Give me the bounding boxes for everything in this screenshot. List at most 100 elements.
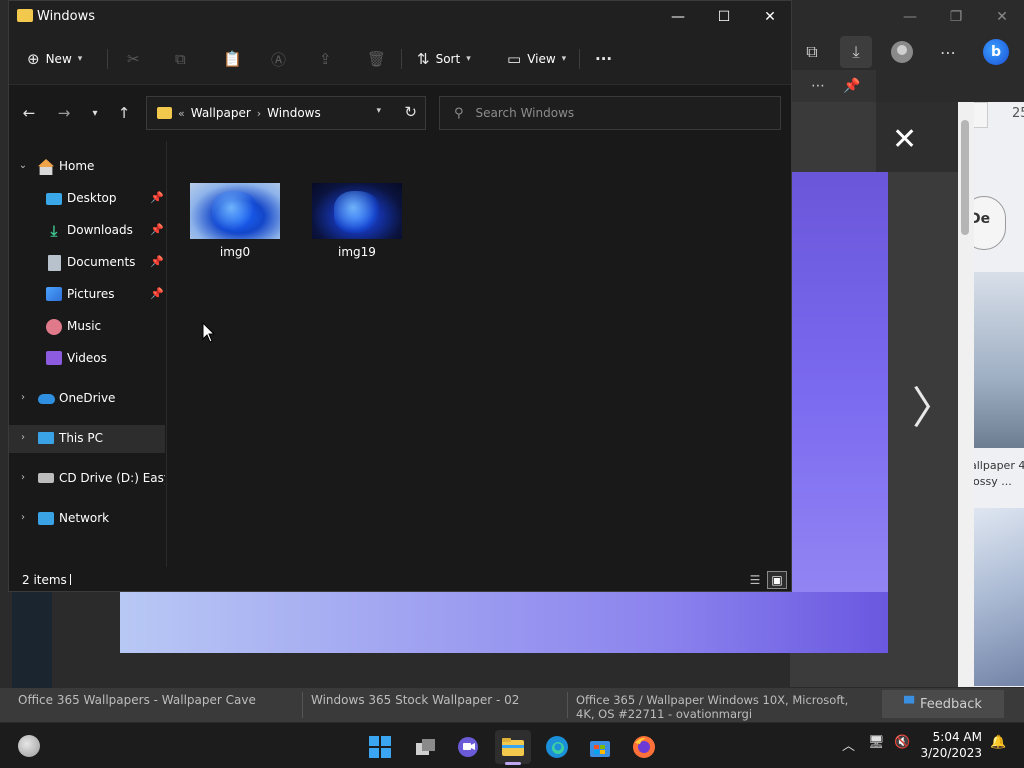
minimize-button[interactable]: — — [655, 1, 701, 33]
settings-more-icon[interactable]: ⋯ — [932, 36, 964, 68]
sidebar-item-network[interactable]: › Network — [9, 505, 165, 533]
sidebar-item-documents[interactable]: Documents 📌 — [9, 249, 165, 277]
sidebar-item-home[interactable]: ⌄ Home — [9, 153, 165, 181]
paste-button[interactable]: 📋 — [223, 45, 242, 73]
maximize-button[interactable]: ☐ — [701, 1, 747, 33]
chevron-right-icon[interactable]: › — [17, 432, 29, 443]
image-thumbnail — [312, 183, 402, 239]
related-results-strip: Office 365 Wallpapers - Wallpaper Cave W… — [0, 688, 1024, 722]
cut-button[interactable]: ✂ — [127, 45, 140, 73]
large-icons-view-button[interactable]: ▣ — [767, 571, 787, 589]
file-explorer-taskbar-button[interactable] — [495, 730, 531, 764]
feedback-label: Feedback — [920, 696, 982, 712]
related-result-2[interactable]: Windows 365 Stock Wallpaper - 02 — [311, 693, 519, 707]
overflow-breadcrumb[interactable]: « — [178, 107, 185, 120]
download-icon: ⤓ — [50, 222, 58, 240]
start-button[interactable] — [362, 730, 398, 764]
sidebar-item-desktop[interactable]: Desktop 📌 — [9, 185, 165, 213]
chevron-right-icon[interactable]: › — [17, 472, 29, 483]
details-view-button[interactable]: ☰ — [745, 571, 765, 589]
downloads-more-icon[interactable]: ⋯ — [802, 70, 834, 102]
image-viewer-close-icon[interactable]: ✕ — [892, 122, 917, 157]
refresh-icon[interactable]: ↻ — [404, 103, 417, 121]
edge-button[interactable] — [539, 730, 575, 764]
profile-button[interactable] — [886, 36, 918, 68]
share-button[interactable]: ⇪ — [319, 45, 332, 73]
browser-restore-button[interactable]: ❐ — [936, 4, 976, 30]
windows-logo-icon — [369, 736, 391, 758]
breadcrumb-windows[interactable]: Windows — [267, 106, 321, 120]
chevron-right-icon[interactable]: › — [17, 512, 29, 523]
copy-icon: ⧉ — [175, 50, 186, 68]
chevron-right-icon[interactable]: › — [17, 392, 29, 403]
see-more-button[interactable]: ··· — [595, 45, 612, 73]
address-dropdown-icon[interactable]: ▾ — [376, 106, 381, 116]
network-status-icon[interactable]: 🖥 — [868, 735, 885, 750]
back-button[interactable]: ← — [15, 99, 43, 127]
forward-button[interactable]: → — [50, 99, 78, 127]
store-button[interactable] — [582, 730, 618, 764]
browser-minimize-button[interactable]: — — [890, 4, 930, 30]
result-thumbnail[interactable] — [974, 272, 1024, 448]
browser-titlebar: — ❐ ✕ — [790, 0, 1024, 34]
result-thumbnail[interactable] — [12, 592, 52, 688]
file-item[interactable]: img19 — [307, 183, 407, 259]
cd-drive-icon — [38, 473, 54, 483]
command-bar: ⊕ New ▾ ✂ ⧉ 📋 Ⓐ ⇪ 🗑 ⇅ Sort ▾ ▭ View ▾ ··… — [9, 33, 791, 85]
rename-button[interactable]: Ⓐ — [271, 45, 286, 73]
show-hidden-icons-button[interactable]: ︿ — [842, 735, 855, 754]
task-view-button[interactable] — [408, 730, 444, 764]
clock[interactable]: 5:04 AM 3/20/2023 — [920, 729, 982, 761]
collections-icon[interactable]: ⧉ — [796, 36, 828, 68]
delete-button[interactable]: 🗑 — [367, 45, 386, 73]
pin-icon: 📌 — [150, 255, 164, 268]
weather-widget-icon[interactable] — [18, 735, 40, 757]
new-button[interactable]: ⊕ New ▾ — [27, 45, 82, 73]
image-viewer-next-icon[interactable]: 〉 — [912, 372, 956, 436]
address-bar[interactable]: « Wallpaper › Windows ▾ ↻ — [146, 96, 426, 130]
notifications-icon[interactable]: 🔔 — [990, 735, 1006, 750]
sidebar-item-this-pc[interactable]: › This PC — [9, 425, 165, 453]
view-button[interactable]: ▭ View ▾ — [507, 45, 566, 73]
chevron-down-icon[interactable]: ⌄ — [17, 160, 29, 171]
sidebar-item-label: Pictures — [67, 287, 115, 301]
sidebar-item-label: Home — [59, 159, 95, 173]
chevron-down-icon: ▾ — [466, 54, 471, 64]
taskbar: ︿ 🖥 🔇 5:04 AM 3/20/2023 🔔 — [0, 722, 1024, 768]
sidebar-item-downloads[interactable]: ⤓ Downloads 📌 — [9, 217, 165, 245]
file-item[interactable]: img0 — [185, 183, 285, 259]
search-box[interactable]: ⚲ Search Windows — [439, 96, 781, 130]
browser-close-button[interactable]: ✕ — [982, 4, 1022, 30]
downloads-icon[interactable]: ⤓ — [840, 36, 872, 68]
downloads-panel-header: ⋯ 📌 — [790, 70, 876, 102]
sidebar-item-videos[interactable]: Videos — [9, 345, 165, 373]
result-thumbnail[interactable] — [974, 508, 1024, 686]
copy-button[interactable]: ⧉ — [175, 45, 186, 73]
pin-icon: 📌 — [150, 223, 164, 236]
recent-locations-button[interactable]: ▾ — [81, 99, 109, 127]
bing-chat-button[interactable]: b — [980, 36, 1012, 68]
sidebar-item-label: This PC — [59, 431, 103, 445]
navigation-bar: ← → ▾ ↑ « Wallpaper › Windows ▾ ↻ ⚲ Sear… — [9, 85, 791, 141]
divider — [107, 49, 108, 69]
related-result-3[interactable]: Office 365 / Wallpaper Windows 10X, Micr… — [576, 693, 856, 721]
breadcrumb-wallpaper[interactable]: Wallpaper — [191, 106, 251, 120]
sidebar-item-onedrive[interactable]: › OneDrive — [9, 385, 165, 413]
close-button[interactable]: ✕ — [747, 1, 793, 33]
item-count: 2 items — [22, 573, 67, 587]
up-button[interactable]: ↑ — [110, 99, 138, 127]
volume-muted-icon[interactable]: 🔇 — [894, 735, 910, 750]
divider — [302, 692, 303, 718]
related-result-1[interactable]: Office 365 Wallpapers - Wallpaper Cave — [18, 693, 256, 707]
sidebar-item-pictures[interactable]: Pictures 📌 — [9, 281, 165, 309]
share-icon: ⇪ — [319, 50, 332, 68]
sort-button[interactable]: ⇅ Sort ▾ — [417, 45, 471, 73]
sidebar-item-label: CD Drive (D:) EasyKMS — [59, 471, 165, 485]
pin-icon[interactable]: 📌 — [836, 70, 868, 102]
chat-button[interactable] — [450, 730, 486, 764]
firefox-button[interactable] — [626, 730, 662, 764]
browser-scrollbar-thumb[interactable] — [961, 120, 969, 235]
sidebar-item-music[interactable]: Music — [9, 313, 165, 341]
sidebar-item-cd-drive[interactable]: › CD Drive (D:) EasyKMS — [9, 465, 165, 493]
feedback-button[interactable]: ▀ Feedback — [882, 690, 1004, 718]
